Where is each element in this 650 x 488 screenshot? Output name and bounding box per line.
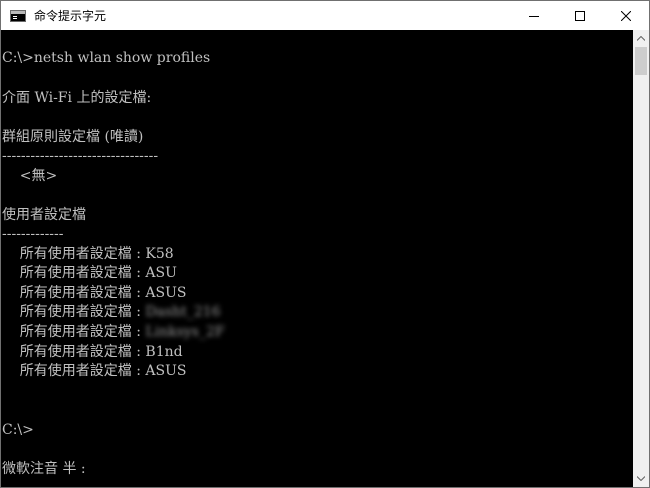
interface-header: 介面 Wi-Fi 上的設定檔:	[2, 90, 152, 106]
chevron-down-icon	[637, 476, 645, 481]
profile-label: 所有使用者設定檔 :	[2, 265, 146, 281]
vertical-scrollbar[interactable]	[633, 30, 649, 487]
profile-name-redacted: Dasht_216	[145, 304, 221, 320]
user-profiles-rule: -------------	[2, 226, 64, 242]
profile-name: K58	[145, 246, 174, 262]
profile-row: 所有使用者設定檔 : K58	[2, 245, 174, 264]
window-title: 命令提示字元	[34, 9, 107, 23]
command-prompt: C:\>	[2, 422, 34, 438]
group-policy-header: 群組原則設定檔 (唯讀)	[2, 129, 144, 145]
profile-row: 所有使用者設定檔 : Dasht_216	[2, 303, 221, 322]
group-policy-rule: ---------------------------------	[2, 148, 159, 164]
close-button[interactable]	[603, 1, 649, 30]
profile-label: 所有使用者設定檔 :	[2, 324, 146, 340]
profile-row: 所有使用者設定檔 : B1nd	[2, 343, 183, 362]
profile-label: 所有使用者設定檔 :	[2, 285, 146, 301]
profile-label: 所有使用者設定檔 :	[2, 246, 146, 262]
maximize-button[interactable]	[557, 1, 603, 30]
cmd-icon[interactable]	[10, 9, 26, 22]
profile-name: ASUS	[145, 363, 187, 379]
profile-row: 所有使用者設定檔 : ASUS	[2, 284, 187, 303]
profile-label: 所有使用者設定檔 :	[2, 304, 146, 320]
profile-label: 所有使用者設定檔 :	[2, 344, 146, 360]
user-profiles-header: 使用者設定檔	[2, 207, 86, 223]
maximize-icon	[575, 10, 585, 21]
minimize-icon	[529, 15, 539, 17]
chevron-up-icon	[637, 36, 645, 41]
command-prompt-window: 命令提示字元 C:\>netsh wlan show profiles 介面 W…	[0, 0, 650, 488]
profile-row: 所有使用者設定檔 : ASU	[2, 264, 177, 283]
command-line: C:\>netsh wlan show profiles	[2, 50, 211, 66]
scroll-down-button[interactable]	[633, 470, 649, 487]
profile-row: 所有使用者設定檔 : Linksys_2F	[2, 323, 225, 342]
profile-name: ASUS	[145, 285, 187, 301]
ime-status: 微軟注音 半 :	[2, 461, 86, 477]
title-bar[interactable]: 命令提示字元	[1, 1, 649, 30]
profile-name: B1nd	[145, 344, 183, 360]
scroll-up-button[interactable]	[633, 30, 649, 47]
console-output[interactable]: C:\>netsh wlan show profiles 介面 Wi-Fi 上的…	[1, 30, 633, 487]
close-icon	[621, 10, 631, 21]
scroll-thumb[interactable]	[635, 47, 647, 75]
profile-name-redacted: Linksys_2F	[145, 324, 225, 340]
group-policy-none: <無>	[2, 168, 58, 184]
profile-name: ASU	[145, 265, 177, 281]
profile-row: 所有使用者設定檔 : ASUS	[2, 362, 187, 381]
profile-label: 所有使用者設定檔 :	[2, 363, 146, 379]
minimize-button[interactable]	[511, 1, 557, 30]
